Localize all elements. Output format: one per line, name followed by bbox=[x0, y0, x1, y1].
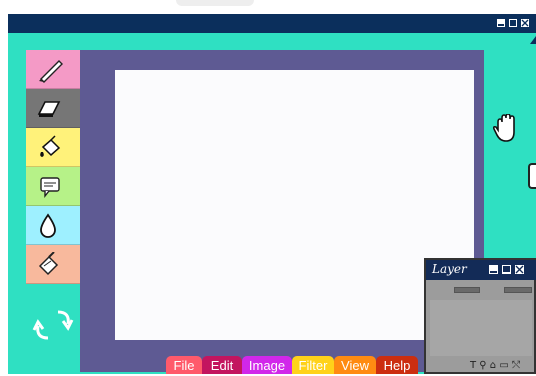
hand-icon bbox=[492, 113, 515, 142]
smudge-icon bbox=[38, 252, 59, 276]
droplet-icon bbox=[40, 213, 56, 238]
layer-controls bbox=[430, 286, 534, 296]
close-icon bbox=[521, 19, 529, 27]
hand-tool[interactable] bbox=[492, 113, 520, 148]
drawing-canvas[interactable] bbox=[115, 70, 474, 340]
layer-footer-toolbar[interactable]: T ⚲ ⌂ ▭ ⤲ bbox=[470, 360, 520, 372]
tool-eraser[interactable] bbox=[26, 89, 80, 128]
menu-file[interactable]: File bbox=[166, 356, 202, 374]
layer-panel-title: Layer bbox=[432, 262, 467, 276]
top-strip bbox=[0, 0, 536, 14]
layer-list[interactable] bbox=[430, 300, 532, 356]
minimize-button[interactable] bbox=[496, 18, 506, 28]
layer-blend-slider[interactable] bbox=[504, 287, 532, 293]
speech-bubble-icon bbox=[40, 177, 60, 198]
title-bar bbox=[8, 14, 536, 33]
undo-redo-icon bbox=[32, 310, 74, 340]
layer-minimize-button[interactable] bbox=[488, 264, 499, 275]
tool-text[interactable] bbox=[26, 167, 80, 206]
eraser-icon bbox=[37, 101, 61, 117]
corner-arrow-icon bbox=[530, 36, 536, 44]
tool-smudge[interactable] bbox=[26, 245, 80, 284]
title-tab bbox=[176, 0, 254, 6]
layer-close-button[interactable] bbox=[514, 264, 525, 275]
maximize-button[interactable] bbox=[508, 18, 518, 28]
side-panel-handle[interactable] bbox=[528, 163, 536, 189]
brush-icon bbox=[39, 60, 63, 83]
layer-opacity-slider[interactable] bbox=[454, 287, 480, 293]
paint-bucket-icon bbox=[40, 135, 61, 157]
menu-view[interactable]: View bbox=[334, 356, 376, 374]
close-button[interactable] bbox=[520, 18, 530, 28]
undo-redo-button[interactable] bbox=[26, 298, 80, 354]
tool-brush[interactable] bbox=[26, 50, 80, 89]
menu-filter[interactable]: Filter bbox=[292, 356, 334, 374]
menu-image[interactable]: Image bbox=[242, 356, 292, 374]
menu-help[interactable]: Help bbox=[376, 356, 418, 374]
layer-maximize-button[interactable] bbox=[501, 264, 512, 275]
tool-fill[interactable] bbox=[26, 128, 80, 167]
menu-edit[interactable]: Edit bbox=[202, 356, 242, 374]
tool-eyedropper[interactable] bbox=[26, 206, 80, 245]
close-icon bbox=[515, 265, 524, 274]
